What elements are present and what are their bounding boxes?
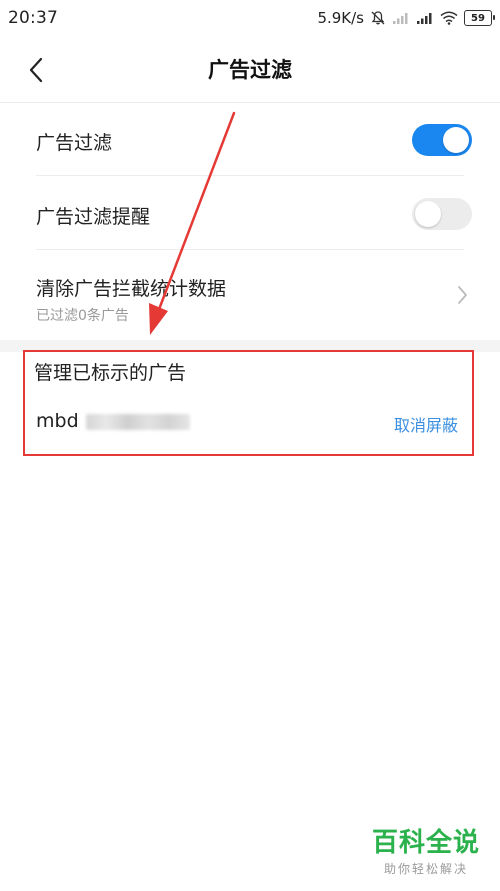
toggle-knob: [415, 201, 441, 227]
chevron-right-icon: [458, 286, 467, 304]
setting-label: 清除广告拦截统计数据: [36, 278, 227, 300]
status-bar: 20:37 5.9K/s 59: [0, 0, 500, 36]
setting-row-clear-stats[interactable]: 清除广告拦截统计数据 已过滤0条广告: [36, 250, 467, 340]
toggle-knob: [443, 127, 469, 153]
settings-list: 广告过滤 广告过滤提醒 清除广告拦截统计数据 已过滤0条广告: [0, 102, 500, 340]
status-time: 20:37: [8, 8, 58, 28]
chevron-left-icon: [29, 57, 43, 83]
setting-subtitle: 已过滤0条广告: [36, 308, 129, 324]
setting-label: 广告过滤: [36, 132, 113, 154]
page-title: 广告过滤: [208, 58, 292, 82]
ad-filter-toggle[interactable]: [412, 124, 472, 156]
top-nav: 广告过滤: [0, 36, 500, 103]
network-speed: 5.9K/s: [317, 9, 364, 27]
signal-icon-2: [416, 11, 434, 25]
back-button[interactable]: [22, 56, 50, 84]
ad-filter-reminder-toggle[interactable]: [412, 198, 472, 230]
watermark-sub-text: 助你轻松解决: [383, 862, 468, 876]
signal-icon: [392, 11, 410, 25]
setting-row-ad-filter[interactable]: 广告过滤: [36, 102, 472, 176]
setting-label: 广告过滤提醒: [36, 206, 151, 228]
watermark-main-text: 百科全说: [371, 828, 480, 858]
watermark-logo: 百科全说 助你轻松解决: [366, 828, 486, 877]
bell-muted-icon: [370, 10, 386, 26]
setting-row-ad-filter-reminder[interactable]: 广告过滤提醒: [36, 176, 472, 250]
annotation-highlight-box: [23, 350, 474, 456]
battery-icon: 59: [464, 10, 495, 26]
wifi-icon: [440, 11, 458, 25]
status-icons: 5.9K/s 59: [317, 9, 495, 27]
